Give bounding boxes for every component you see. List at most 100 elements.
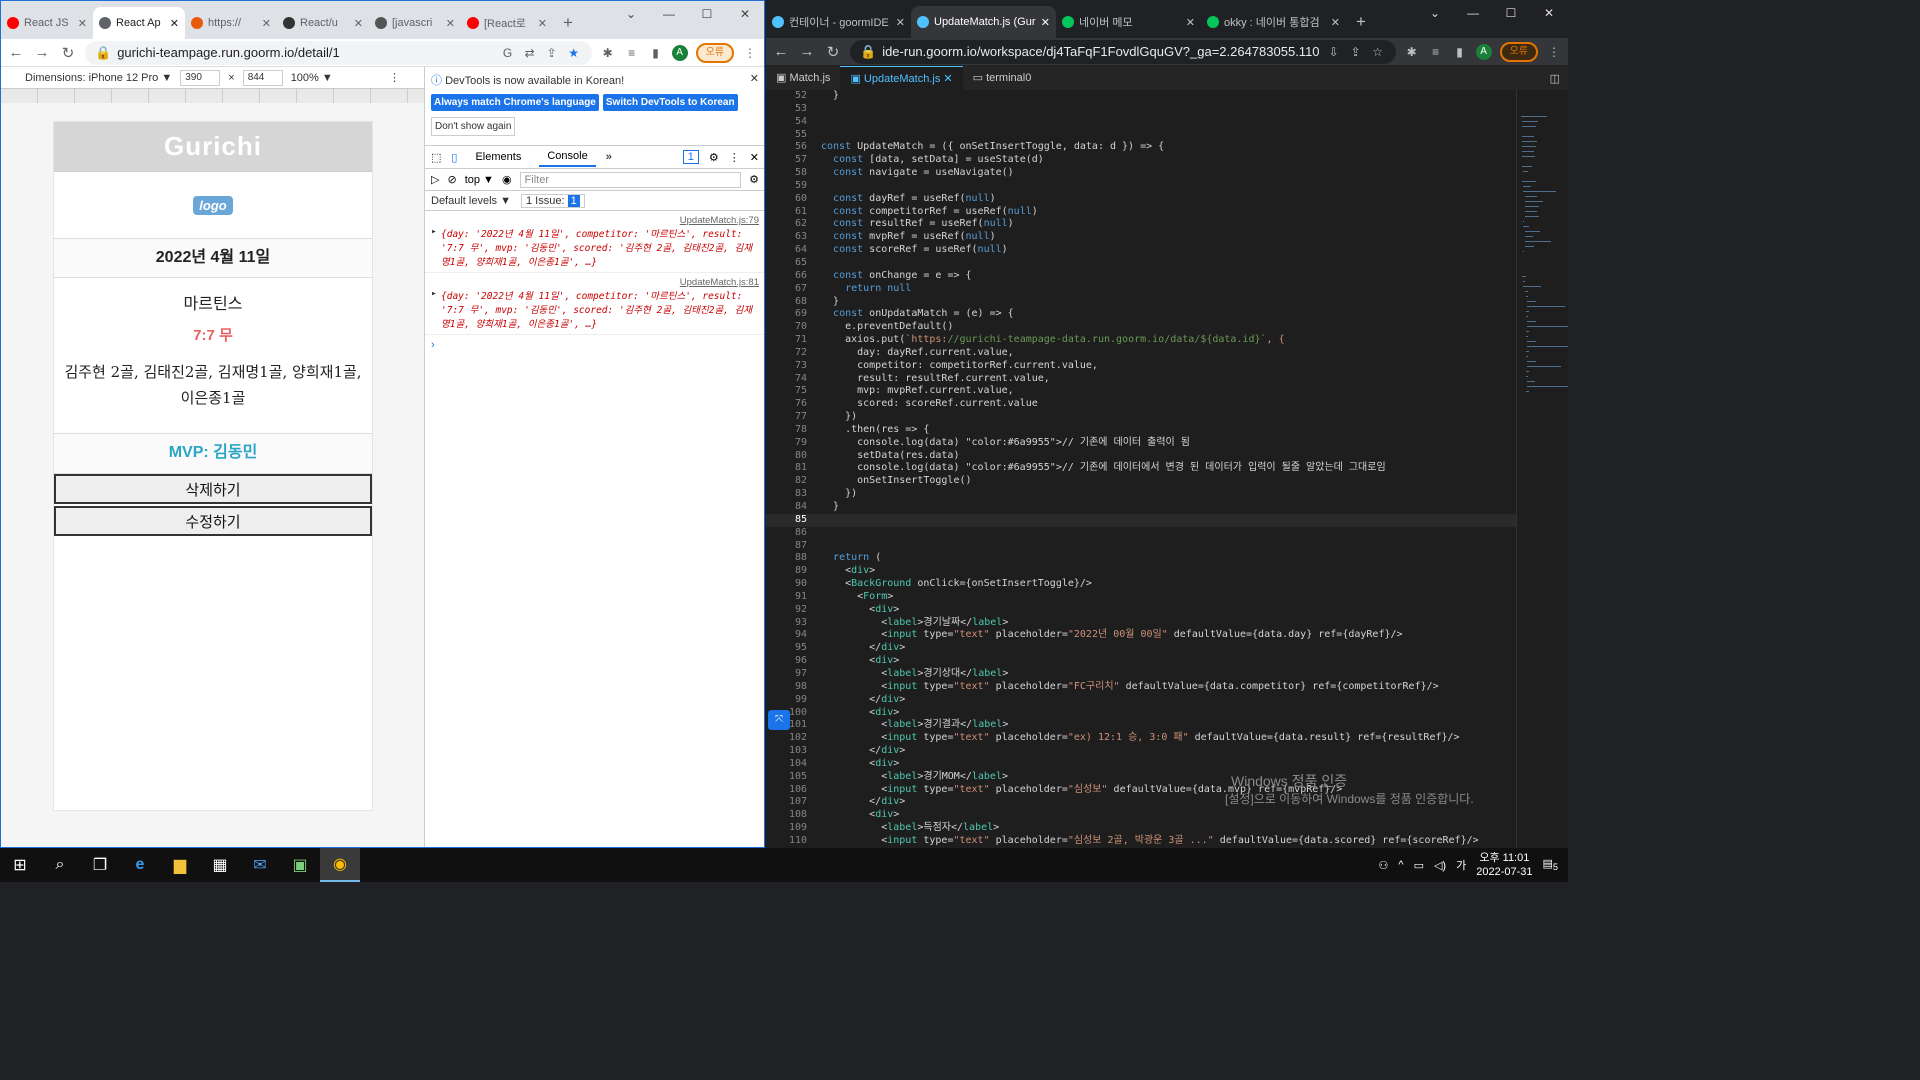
- browser-tab[interactable]: React JS ✕: [1, 7, 93, 39]
- browser-tab[interactable]: 네이버 메모 ✕: [1056, 6, 1201, 38]
- code-line[interactable]: 60 const dayRef = useRef(null): [766, 193, 1516, 206]
- log-source-link[interactable]: UpdateMatch.js:79: [441, 215, 759, 226]
- tab-search-icon[interactable]: ⌄: [1416, 0, 1454, 26]
- network-icon[interactable]: ▭: [1414, 859, 1424, 872]
- maximize-button[interactable]: ☐: [688, 1, 726, 27]
- code-line[interactable]: 95 </div>: [766, 642, 1516, 655]
- console-log-entry[interactable]: UpdateMatch.js:79 ▸ {day: '2022년 4월 11일', …: [425, 211, 764, 273]
- file-explorer-icon[interactable]: ▆: [160, 848, 200, 882]
- code-line[interactable]: 98 <input type="text" placeholder="FC구리치…: [766, 681, 1516, 694]
- share-icon[interactable]: ⇪: [1348, 45, 1364, 59]
- chrome-icon[interactable]: ◉: [320, 848, 360, 882]
- console-log-entry[interactable]: UpdateMatch.js:81 ▸ {day: '2022년 4월 11일', …: [425, 273, 764, 335]
- tab-close-icon[interactable]: ✕: [262, 17, 271, 30]
- expand-icon[interactable]: ⤧: [768, 710, 790, 730]
- code-line[interactable]: 110 <input type="text" placeholder="심성보 …: [766, 835, 1516, 848]
- delete-button[interactable]: 삭제하기: [54, 474, 372, 504]
- tab-close-icon[interactable]: ✕: [78, 17, 87, 30]
- expand-triangle-icon[interactable]: ▸: [431, 226, 437, 237]
- editor-tab-match[interactable]: ▣ Match.js: [766, 66, 840, 90]
- dont-show-button[interactable]: Don't show again: [431, 117, 516, 136]
- code-line[interactable]: 62 const resultRef = useRef(null): [766, 218, 1516, 231]
- edge-icon[interactable]: e: [120, 848, 160, 882]
- device-toggle-icon[interactable]: ▯: [451, 151, 457, 164]
- close-button[interactable]: ✕: [726, 1, 764, 27]
- back-icon[interactable]: ←: [7, 44, 25, 61]
- notification-icon[interactable]: ▤5: [1543, 857, 1559, 872]
- code-line[interactable]: 89 <div>: [766, 565, 1516, 578]
- browser-tab[interactable]: [javascri ✕: [369, 7, 461, 39]
- code-line[interactable]: 101 <label>경기결과</label>: [766, 719, 1516, 732]
- devtools-menu-icon[interactable]: ⋮: [729, 151, 740, 164]
- code-line[interactable]: 99 </div>: [766, 694, 1516, 707]
- code-line[interactable]: 109 <label>득점자</label>: [766, 822, 1516, 835]
- editor-tab-terminal[interactable]: ▭ terminal0: [963, 66, 1042, 90]
- volume-icon[interactable]: ◁): [1434, 859, 1446, 872]
- code-line[interactable]: 104 <div>: [766, 758, 1516, 771]
- tab-close-icon[interactable]: ✕: [896, 16, 905, 29]
- sidebar-toggle-icon[interactable]: ▷: [431, 173, 439, 186]
- settings-gear-icon[interactable]: ⚙: [709, 151, 719, 164]
- code-line[interactable]: 82 onSetInsertToggle(): [766, 475, 1516, 488]
- translate-icon[interactable]: ⇄: [522, 46, 538, 60]
- profile-avatar[interactable]: A: [671, 44, 688, 61]
- back-icon[interactable]: ←: [772, 43, 790, 60]
- task-view-icon[interactable]: ❐: [80, 848, 120, 882]
- reload-icon[interactable]: ↻: [824, 43, 842, 61]
- code-line[interactable]: 77 }): [766, 411, 1516, 424]
- tray-expand-icon[interactable]: ^: [1398, 859, 1403, 871]
- code-line[interactable]: 103 </div>: [766, 745, 1516, 758]
- device-menu-icon[interactable]: ⋮: [389, 71, 400, 84]
- notice-close-icon[interactable]: ✕: [750, 72, 759, 85]
- tab-close-icon[interactable]: ✕: [538, 17, 547, 30]
- browser-tab[interactable]: okky : 네이버 통합검 ✕: [1201, 6, 1346, 38]
- device-width-input[interactable]: 390: [180, 69, 221, 86]
- code-line[interactable]: 69 const onUpdataMatch = (e) => {: [766, 308, 1516, 321]
- code-line[interactable]: 96 <div>: [766, 655, 1516, 668]
- device-height-input[interactable]: 844: [242, 69, 283, 86]
- tab-close-icon[interactable]: ✕: [1331, 16, 1340, 29]
- media-icon[interactable]: ≡: [1428, 45, 1444, 59]
- match-language-button[interactable]: Always match Chrome's language: [431, 94, 599, 111]
- inspect-icon[interactable]: ⬚: [431, 151, 441, 164]
- code-line[interactable]: 79 console.log(data) "color:#6a9955">// …: [766, 437, 1516, 450]
- error-button[interactable]: 오류: [695, 42, 734, 63]
- bookmark-star-icon[interactable]: ☆: [1370, 45, 1386, 59]
- profile-avatar[interactable]: A: [1475, 43, 1492, 60]
- zoom-select[interactable]: 100% ▼: [291, 72, 333, 84]
- minimize-button[interactable]: —: [1454, 0, 1492, 26]
- code-line[interactable]: 55: [766, 129, 1516, 142]
- code-line[interactable]: 76 scored: scoreRef.current.value: [766, 398, 1516, 411]
- media-icon[interactable]: ≡: [624, 46, 640, 60]
- code-area[interactable]: 52 } 53 54 55 56 const UpdateMatch = ({ onSet…: [766, 90, 1516, 848]
- forward-icon[interactable]: →: [798, 43, 816, 60]
- menu-icon[interactable]: ⋮: [742, 46, 758, 60]
- close-button[interactable]: ✕: [1530, 0, 1568, 26]
- devtools-close-icon[interactable]: ✕: [750, 151, 759, 164]
- tab-close-icon[interactable]: ✕: [170, 17, 179, 30]
- browser-tab[interactable]: React/u ✕: [277, 7, 369, 39]
- expand-triangle-icon[interactable]: ▸: [431, 288, 437, 299]
- code-line[interactable]: 61 const competitorRef = useRef(null): [766, 206, 1516, 219]
- app-icon[interactable]: ▣: [280, 848, 320, 882]
- code-line[interactable]: 84 }: [766, 501, 1516, 514]
- new-tab-button[interactable]: +: [1346, 12, 1376, 38]
- code-line[interactable]: 53: [766, 103, 1516, 116]
- reload-icon[interactable]: ↻: [59, 44, 77, 62]
- google-icon[interactable]: G: [500, 46, 516, 60]
- code-line[interactable]: 92 <div>: [766, 604, 1516, 617]
- new-tab-button[interactable]: +: [553, 13, 583, 39]
- search-icon[interactable]: ⌕: [40, 848, 80, 882]
- issue-count-badge[interactable]: 1: [682, 150, 699, 164]
- code-line[interactable]: 68 }: [766, 296, 1516, 309]
- clock[interactable]: 오후 11:01 2022-07-31: [1476, 851, 1532, 879]
- browser-tab[interactable]: 컨테이너 - goormIDE ✕: [766, 6, 911, 38]
- minimap[interactable]: [1516, 90, 1568, 848]
- code-line[interactable]: 102 <input type="text" placeholder="ex) …: [766, 732, 1516, 745]
- eye-icon[interactable]: ◉: [502, 173, 512, 186]
- code-line[interactable]: 80 setData(res.data): [766, 450, 1516, 463]
- start-icon[interactable]: ⊞: [0, 848, 40, 882]
- close-icon[interactable]: ✕: [943, 73, 952, 85]
- menu-icon[interactable]: ⋮: [1546, 45, 1562, 59]
- issues-button[interactable]: 1 Issue: 1: [520, 193, 585, 208]
